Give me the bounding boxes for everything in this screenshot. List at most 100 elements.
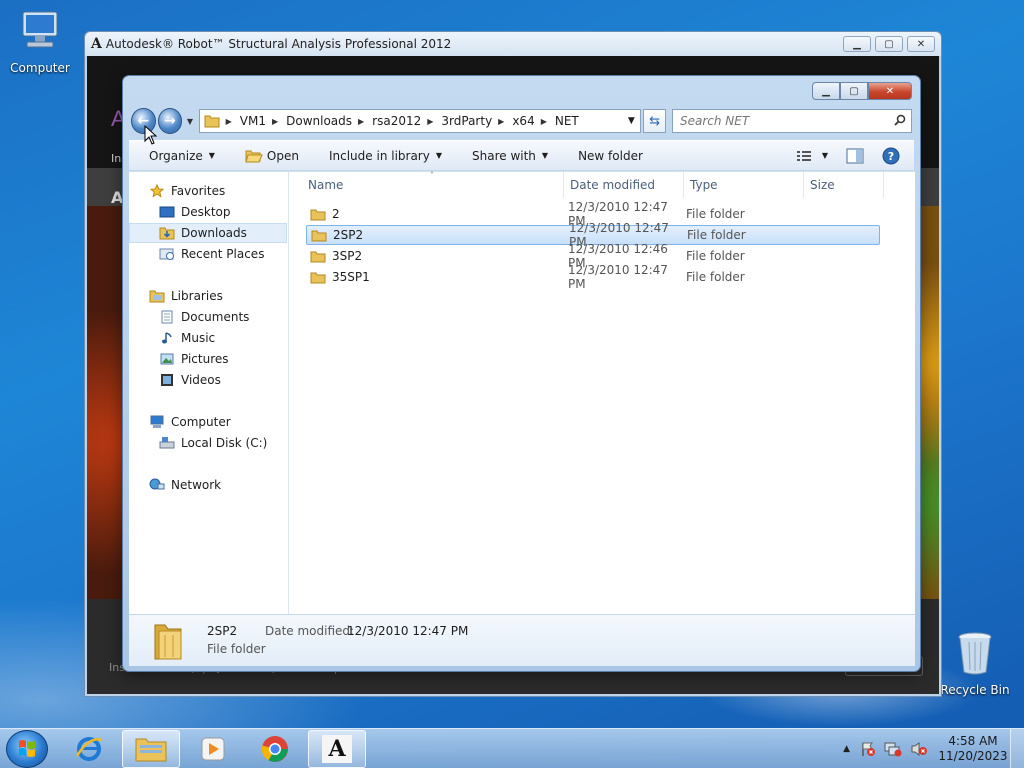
nav-item-pictures[interactable]: Pictures <box>129 349 287 369</box>
nav-item-network[interactable]: Network <box>129 475 287 495</box>
desktop-recycle-bin-shortcut[interactable]: Recycle Bin <box>935 630 1015 697</box>
nav-item-desktop[interactable]: Desktop <box>129 202 287 222</box>
clock-time: 4:58 AM <box>948 734 998 748</box>
minimize-button[interactable]: ▁ <box>843 36 871 52</box>
nav-item-favorites[interactable]: Favorites <box>129 181 287 201</box>
navigation-bar: ← → ▼ ▶ VM1 ▶ Downloads ▶ rsa2012 ▶ 3rdP… <box>131 106 912 136</box>
maximize-button[interactable]: ▢ <box>875 36 903 52</box>
preview-pane-icon[interactable] <box>846 148 864 164</box>
dialog-minimize-button[interactable]: ▁ <box>812 82 840 100</box>
organize-menu[interactable]: Organize ▼ <box>149 149 215 163</box>
refresh-icon: ⇆ <box>649 113 661 129</box>
show-hidden-icons-chevron-icon[interactable]: ▲ <box>843 744 850 754</box>
folder-icon <box>310 272 326 283</box>
include-in-library-label: Include in library <box>328 148 430 163</box>
details-date-value: 12/3/2010 12:47 PM <box>347 624 469 638</box>
taskbar-media-player[interactable] <box>184 730 242 768</box>
desktop-icon <box>159 204 175 220</box>
folder-icon <box>310 209 326 220</box>
desktop-computer-shortcut[interactable]: Computer <box>0 8 80 75</box>
nav-item-recent-places[interactable]: Recent Places <box>129 244 287 264</box>
autodesk-a-icon: A <box>322 735 352 763</box>
close-button[interactable]: ✕ <box>907 36 935 52</box>
taskbar-autodesk-installer[interactable]: A <box>308 730 366 768</box>
dialog-maximize-button[interactable]: ▢ <box>840 82 868 100</box>
file-list: Name ˄ Date modified Type Size 2 12/3/20… <box>290 171 915 614</box>
nav-item-music[interactable]: Music <box>129 328 287 348</box>
nav-desktop-label: Desktop <box>181 205 231 219</box>
breadcrumb-separator-icon[interactable]: ▶ <box>358 117 364 126</box>
dialog-close-button[interactable]: ✕ <box>868 82 912 100</box>
music-icon <box>159 330 175 346</box>
taskbar-windows-explorer[interactable] <box>122 730 180 768</box>
volume-muted-icon[interactable] <box>910 741 928 757</box>
breadcrumb-separator-icon[interactable]: ▶ <box>272 117 278 126</box>
help-icon[interactable]: ? <box>882 147 900 165</box>
breadcrumb-rsa2012[interactable]: rsa2012 <box>372 114 421 128</box>
nav-local-disk-label: Local Disk (C:) <box>181 436 268 450</box>
organize-label: Organize <box>149 148 203 163</box>
nav-videos-label: Videos <box>181 373 221 387</box>
nav-item-documents[interactable]: Documents <box>129 307 287 327</box>
column-size-label: Size <box>810 178 835 192</box>
action-center-flag-icon[interactable] <box>860 741 876 757</box>
file-name: 2SP2 <box>333 228 364 242</box>
column-header-type[interactable]: Type <box>684 172 804 198</box>
breadcrumb-separator-icon[interactable]: ▶ <box>541 117 547 126</box>
recent-locations-dropdown[interactable]: ▼ <box>185 117 194 126</box>
file-name: 3SP2 <box>332 249 363 263</box>
share-with-label: Share with <box>472 148 536 163</box>
address-dropdown-icon[interactable]: ▼ <box>622 116 640 126</box>
nav-item-downloads[interactable]: Downloads <box>129 223 287 243</box>
forward-button[interactable]: → <box>157 108 183 134</box>
column-header-size[interactable]: Size <box>804 172 884 198</box>
hard-drive-icon <box>159 435 175 451</box>
file-date: 12/3/2010 12:47 PM <box>568 263 668 291</box>
column-date-label: Date modified <box>570 178 656 192</box>
breadcrumb-separator-icon[interactable]: ▶ <box>427 117 433 126</box>
change-view-button[interactable]: ▼ <box>796 150 828 162</box>
show-desktop-button[interactable] <box>1010 729 1024 768</box>
table-row[interactable]: 35SP1 12/3/2010 12:47 PM File folder <box>306 263 880 291</box>
nav-item-local-disk[interactable]: Local Disk (C:) <box>129 433 287 453</box>
open-button[interactable]: Open <box>245 149 299 163</box>
windows-explorer-icon <box>135 738 167 762</box>
network-status-icon[interactable] <box>884 741 902 757</box>
address-bar[interactable]: ▶ VM1 ▶ Downloads ▶ rsa2012 ▶ 3rdParty ▶… <box>198 109 642 133</box>
column-header-date-modified[interactable]: Date modified <box>564 172 684 198</box>
new-folder-label: New folder <box>578 148 643 163</box>
breadcrumb-vm1[interactable]: VM1 <box>240 114 266 128</box>
refresh-button[interactable]: ⇆ <box>643 109 666 133</box>
chevron-down-icon: ▼ <box>208 151 215 160</box>
include-in-library-menu[interactable]: Include in library ▼ <box>329 149 442 163</box>
taskbar-chrome[interactable] <box>246 730 304 768</box>
details-type: File folder <box>207 642 266 656</box>
breadcrumb-downloads[interactable]: Downloads <box>286 114 352 128</box>
autodesk-window-controls: ▁ ▢ ✕ <box>843 36 935 52</box>
nav-item-videos[interactable]: Videos <box>129 370 287 390</box>
clock-date: 11/20/2023 <box>938 749 1008 763</box>
start-button[interactable] <box>6 730 48 768</box>
open-label: Open <box>266 148 299 163</box>
nav-item-computer[interactable]: Computer <box>129 412 287 432</box>
mouse-cursor-icon <box>144 125 158 145</box>
taskbar-internet-explorer[interactable] <box>60 730 118 768</box>
breadcrumb-separator-icon[interactable]: ▶ <box>498 117 504 126</box>
nav-item-libraries[interactable]: Libraries <box>129 286 287 306</box>
breadcrumb-separator-icon[interactable]: ▶ <box>226 117 232 126</box>
file-name: 35SP1 <box>332 270 370 284</box>
chrome-icon <box>261 736 288 762</box>
autodesk-logo-icon: A <box>91 36 102 52</box>
column-header-name[interactable]: Name ˄ <box>302 171 564 198</box>
chevron-down-icon: ▼ <box>821 151 828 160</box>
new-folder-button[interactable]: New folder <box>578 149 643 163</box>
search-icon[interactable] <box>894 114 906 126</box>
search-input[interactable] <box>672 109 912 133</box>
breadcrumb-3rdparty[interactable]: 3rdParty <box>441 114 492 128</box>
breadcrumb-x64[interactable]: x64 <box>512 114 534 128</box>
clock[interactable]: 4:58 AM 11/20/2023 <box>936 734 1010 764</box>
share-with-menu[interactable]: Share with ▼ <box>472 149 548 163</box>
autodesk-window-titlebar[interactable]: A Autodesk® Robot™ Structural Analysis P… <box>85 32 941 56</box>
nav-computer-label: Computer <box>171 415 231 429</box>
breadcrumb-net[interactable]: NET <box>555 114 579 128</box>
